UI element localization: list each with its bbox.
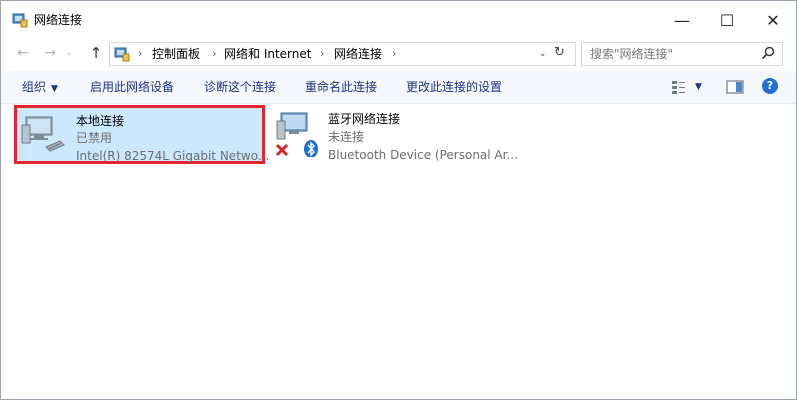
address-dropdown-button[interactable]: ⌄ (539, 46, 547, 62)
rename-button[interactable]: 重命名此连接 (305, 79, 377, 95)
refresh-button[interactable]: ↻ (554, 45, 565, 61)
command-bar: 组织 ▼ 启用此网络设备 诊断这个连接 重命名此连接 更改此连接的设置 ▼ ? (1, 71, 796, 104)
search-placeholder: 搜索"网络连接" (590, 47, 674, 61)
minimize-button[interactable]: — (659, 1, 705, 39)
breadcrumb-separator: › (138, 47, 143, 60)
connection-status: 未连接 (328, 130, 365, 144)
breadcrumb-separator: › (320, 47, 325, 60)
connection-item-local[interactable]: 本地连接 已禁用 Intel(R) 82574L Gigabit Netwo..… (14, 105, 269, 164)
window: 网络连接 — ☐ ✕ ← → ⌄ ↑ › 控制面板 › 网络和 Internet… (0, 0, 797, 400)
maximize-button[interactable]: ☐ (704, 1, 750, 39)
network-control-panel-icon (12, 13, 28, 28)
change-view-icon[interactable] (671, 79, 687, 95)
help-icon[interactable]: ? (762, 78, 778, 94)
close-button[interactable]: ✕ (750, 1, 796, 39)
ethernet-adapter-icon (21, 116, 65, 152)
navigation-bar: ← → ⌄ ↑ › 控制面板 › 网络和 Internet › 网络连接 › ⌄… (1, 39, 796, 67)
breadcrumb-separator: › (392, 47, 397, 60)
connection-device: Bluetooth Device (Personal Ar... (328, 148, 518, 162)
organize-menu[interactable]: 组织 ▼ (22, 79, 58, 97)
title-bar: 网络连接 — ☐ ✕ (1, 1, 796, 39)
recent-locations-button[interactable]: ⌄ (63, 43, 75, 63)
address-bar[interactable]: › 控制面板 › 网络和 Internet › 网络连接 › ⌄ ↻ (109, 42, 576, 66)
window-title: 网络连接 (34, 13, 83, 27)
connection-item-bluetooth[interactable]: 蓝牙网络连接 未连接 Bluetooth Device (Personal Ar… (271, 107, 531, 163)
change-settings-button[interactable]: 更改此连接的设置 (406, 79, 502, 95)
breadcrumb-separator: › (212, 47, 217, 60)
enable-device-button[interactable]: 启用此网络设备 (90, 79, 174, 95)
forward-button[interactable]: → (41, 43, 59, 63)
red-x-disconnected-icon (275, 143, 289, 157)
empty-content-area[interactable] (1, 171, 796, 399)
back-button[interactable]: ← (14, 43, 32, 63)
chevron-down-icon: ▼ (51, 84, 58, 94)
control-panel-icon (114, 47, 130, 62)
search-icon[interactable] (760, 45, 776, 61)
connection-status: 已禁用 (76, 131, 113, 145)
connection-device: Intel(R) 82574L Gigabit Netwo... (76, 149, 270, 163)
breadcrumb-network-connections[interactable]: 网络连接 (334, 46, 382, 62)
organize-label: 组织 (22, 80, 47, 94)
connection-name: 本地连接 (76, 114, 125, 128)
up-button[interactable]: ↑ (87, 43, 105, 63)
bluetooth-adapter-icon (275, 112, 318, 157)
breadcrumb-network-internet[interactable]: 网络和 Internet (224, 46, 311, 62)
preview-pane-icon[interactable] (726, 79, 744, 95)
connection-name: 蓝牙网络连接 (328, 112, 401, 126)
view-options-dropdown[interactable]: ▼ (695, 79, 702, 95)
breadcrumb-control-panel[interactable]: 控制面板 (152, 46, 200, 62)
diagnose-button[interactable]: 诊断这个连接 (204, 79, 276, 95)
search-input[interactable]: 搜索"网络连接" (581, 42, 783, 66)
bluetooth-badge-icon (304, 140, 318, 157)
